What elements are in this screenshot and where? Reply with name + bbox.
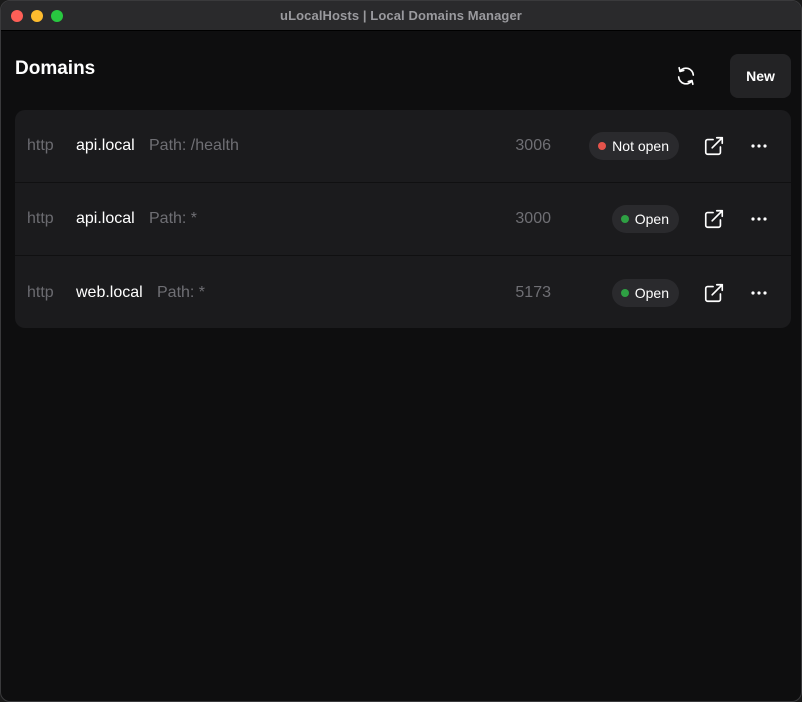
page-title: Domains [15, 58, 96, 79]
domain-port: 3000 [515, 210, 551, 227]
status-label: Open [634, 284, 669, 301]
status-dot-icon [620, 288, 629, 297]
app-window: uLocalHosts | Local Domains Manager Doma… [0, 0, 802, 702]
title-bar: uLocalHosts | Local Domains Manager [1, 1, 801, 31]
window-title: uLocalHosts | Local Domains Manager [280, 8, 522, 23]
external-link-icon [704, 209, 724, 229]
maximize-window-button[interactable] [51, 10, 63, 22]
ellipsis-icon [751, 290, 767, 295]
status-label: Not open [612, 138, 669, 154]
domain-host: web.local [76, 283, 143, 301]
refresh-button[interactable] [669, 59, 703, 93]
domain-row: http web.local Path: * 5173 Open [15, 256, 791, 328]
domain-path: Path: * [149, 210, 198, 227]
status-badge: Open [611, 205, 679, 233]
domain-host: api.local [76, 137, 135, 154]
domain-row: http api.local Path: /health 3006 Not op… [15, 110, 791, 183]
status-badge: Not open [589, 132, 679, 160]
minimize-window-button[interactable] [31, 10, 43, 22]
domain-path: Path: /health [149, 137, 239, 154]
external-link-icon [704, 136, 724, 156]
open-in-browser-button[interactable] [701, 133, 727, 159]
domain-protocol: http [27, 137, 54, 154]
more-options-button[interactable] [747, 281, 771, 305]
open-in-browser-button[interactable] [701, 206, 727, 232]
domain-port: 3006 [515, 137, 551, 154]
external-link-icon [704, 283, 724, 302]
status-label: Open [634, 211, 669, 227]
ellipsis-icon [751, 144, 767, 148]
close-window-button[interactable] [11, 10, 23, 22]
status-badge: Open [611, 278, 679, 307]
domain-list: http api.local Path: /health 3006 Not op… [15, 110, 791, 328]
domain-protocol: http [27, 210, 54, 227]
domain-host: api.local [76, 210, 135, 227]
more-options-button[interactable] [747, 134, 771, 158]
domain-port: 5173 [515, 283, 551, 301]
open-in-browser-button[interactable] [701, 280, 727, 306]
domain-row: http api.local Path: * 3000 Open [15, 183, 791, 256]
refresh-icon [677, 66, 695, 86]
status-dot-icon [598, 142, 607, 150]
ellipsis-icon [751, 217, 767, 221]
new-domain-button[interactable]: New [730, 54, 791, 98]
status-dot-icon [620, 215, 629, 223]
more-options-button[interactable] [747, 207, 771, 231]
domain-path: Path: * [157, 283, 206, 301]
domain-protocol: http [27, 283, 54, 301]
